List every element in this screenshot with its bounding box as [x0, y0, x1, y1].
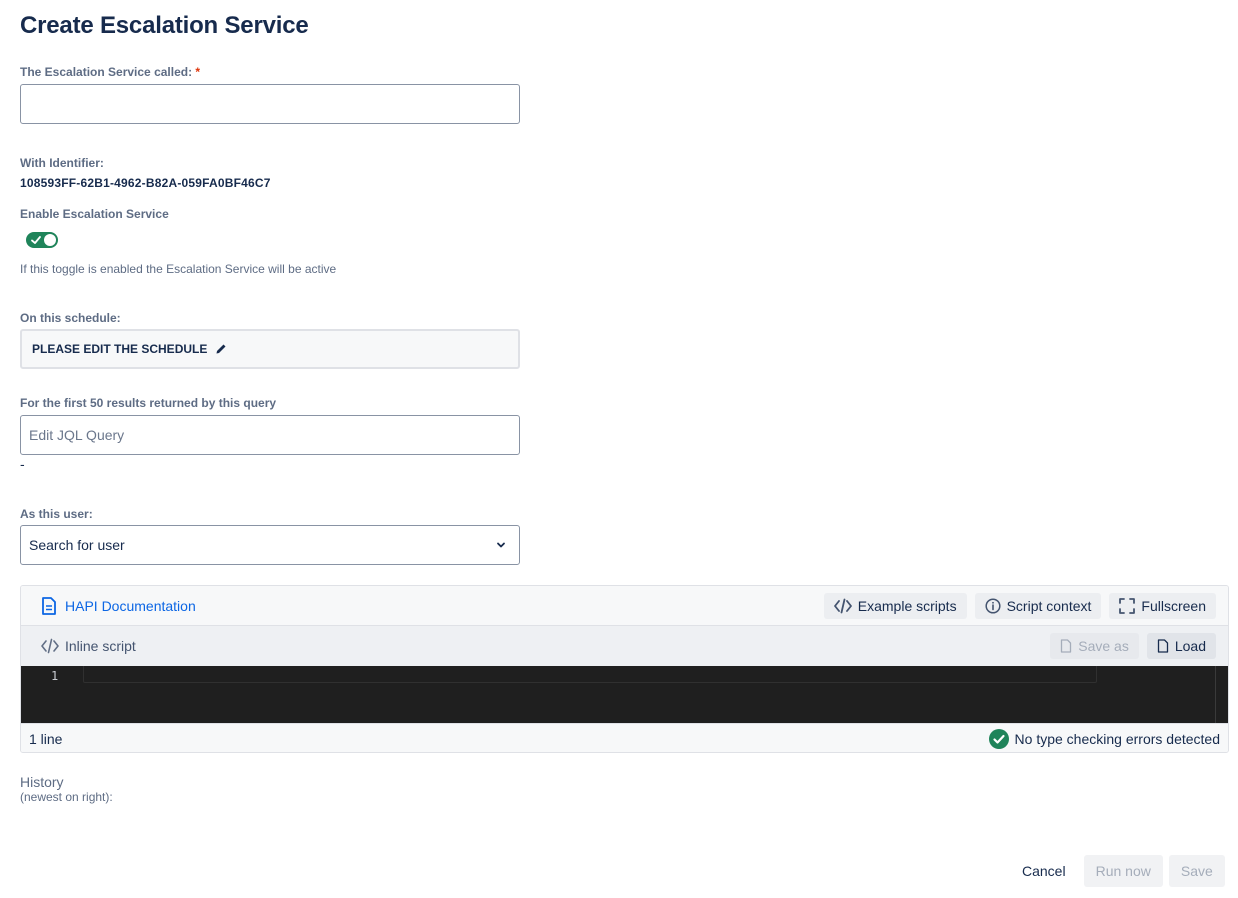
check-circle-icon	[988, 729, 1009, 749]
fullscreen-label: Fullscreen	[1141, 597, 1206, 614]
pencil-icon	[216, 344, 226, 354]
user-select[interactable]: Search for user	[20, 525, 520, 565]
page-title: Create Escalation Service	[20, 12, 309, 39]
code-icon	[41, 638, 59, 654]
save-as-button[interactable]: Save as	[1050, 633, 1139, 659]
load-label: Load	[1174, 638, 1206, 654]
schedule-value: PLEASE EDIT THE SCHEDULE	[32, 342, 208, 356]
save-button[interactable]: Save	[1168, 855, 1225, 887]
info-icon	[985, 597, 1001, 614]
fullscreen-button[interactable]: Fullscreen	[1109, 592, 1216, 619]
file-icon	[1157, 639, 1168, 653]
name-input[interactable]	[21, 85, 519, 123]
line-number: 1	[51, 669, 59, 683]
name-field-label: The Escalation Service called: *	[20, 65, 200, 79]
toggle-knob	[44, 234, 56, 246]
schedule-button[interactable]: PLEASE EDIT THE SCHEDULE	[20, 329, 520, 369]
hapi-documentation-label: HAPI Documentation	[65, 597, 196, 614]
script-file-buttons: Save as Load	[1050, 633, 1216, 659]
history-title: History	[20, 774, 64, 790]
script-context-label: Script context	[1006, 597, 1092, 614]
jql-query-input[interactable]	[21, 416, 519, 454]
editor-subbar: Inline script Save as Load	[21, 626, 1228, 666]
user-select-placeholder: Search for user	[29, 537, 125, 553]
enable-helper-text: If this toggle is enabled the Escalation…	[20, 262, 337, 276]
history-subtitle: (newest on right):	[20, 790, 113, 804]
load-button[interactable]: Load	[1146, 633, 1216, 659]
example-scripts-label: Example scripts	[857, 597, 957, 614]
script-mode: Inline script	[41, 638, 136, 654]
save-as-label: Save as	[1078, 638, 1129, 654]
current-line-highlight	[83, 666, 1097, 683]
check-icon	[31, 236, 41, 244]
enable-label: Enable Escalation Service	[20, 207, 169, 221]
identifier-label: With Identifier:	[20, 156, 104, 170]
editor-toolbar: HAPI Documentation Example scripts Scrip…	[21, 586, 1228, 626]
user-label: As this user:	[20, 507, 93, 521]
chevron-down-icon	[497, 542, 505, 548]
enable-toggle[interactable]	[26, 232, 58, 248]
query-label: For the first 50 results returned by thi…	[20, 396, 277, 410]
schedule-label: On this schedule:	[20, 311, 121, 325]
type-check-status-text: No type checking errors detected	[1014, 731, 1220, 747]
editor-scrollbar[interactable]	[1215, 666, 1216, 723]
identifier-value: 108593FF-62B1-4962-B82A-059FA0BF46C7	[20, 176, 271, 190]
name-input-wrapper	[20, 84, 520, 124]
query-preview-text: -	[20, 456, 25, 472]
file-icon	[1061, 639, 1072, 653]
fullscreen-icon	[1119, 597, 1136, 614]
run-now-button[interactable]: Run now	[1083, 855, 1163, 887]
code-area[interactable]: 1	[21, 666, 1228, 723]
type-check-status: No type checking errors detected	[988, 729, 1220, 749]
editor-toolbar-buttons: Example scripts Script context Fullscree…	[823, 592, 1216, 619]
code-icon	[833, 598, 852, 613]
footer-actions: Cancel Run now Save	[1010, 855, 1225, 887]
query-input-wrapper	[20, 415, 520, 455]
name-field-label-text: The Escalation Service called:	[20, 65, 193, 79]
required-mark: *	[195, 65, 201, 79]
example-scripts-button[interactable]: Example scripts	[823, 592, 967, 619]
script-context-button[interactable]: Script context	[974, 592, 1102, 619]
cancel-button[interactable]: Cancel	[1010, 855, 1078, 887]
document-icon	[42, 596, 56, 615]
script-mode-label: Inline script	[65, 638, 136, 654]
editor-status-bar: 1 line No type checking errors detected	[21, 723, 1228, 752]
line-count: 1 line	[29, 731, 63, 747]
script-editor: HAPI Documentation Example scripts Scrip…	[20, 585, 1229, 753]
hapi-documentation-link[interactable]: HAPI Documentation	[41, 596, 196, 615]
